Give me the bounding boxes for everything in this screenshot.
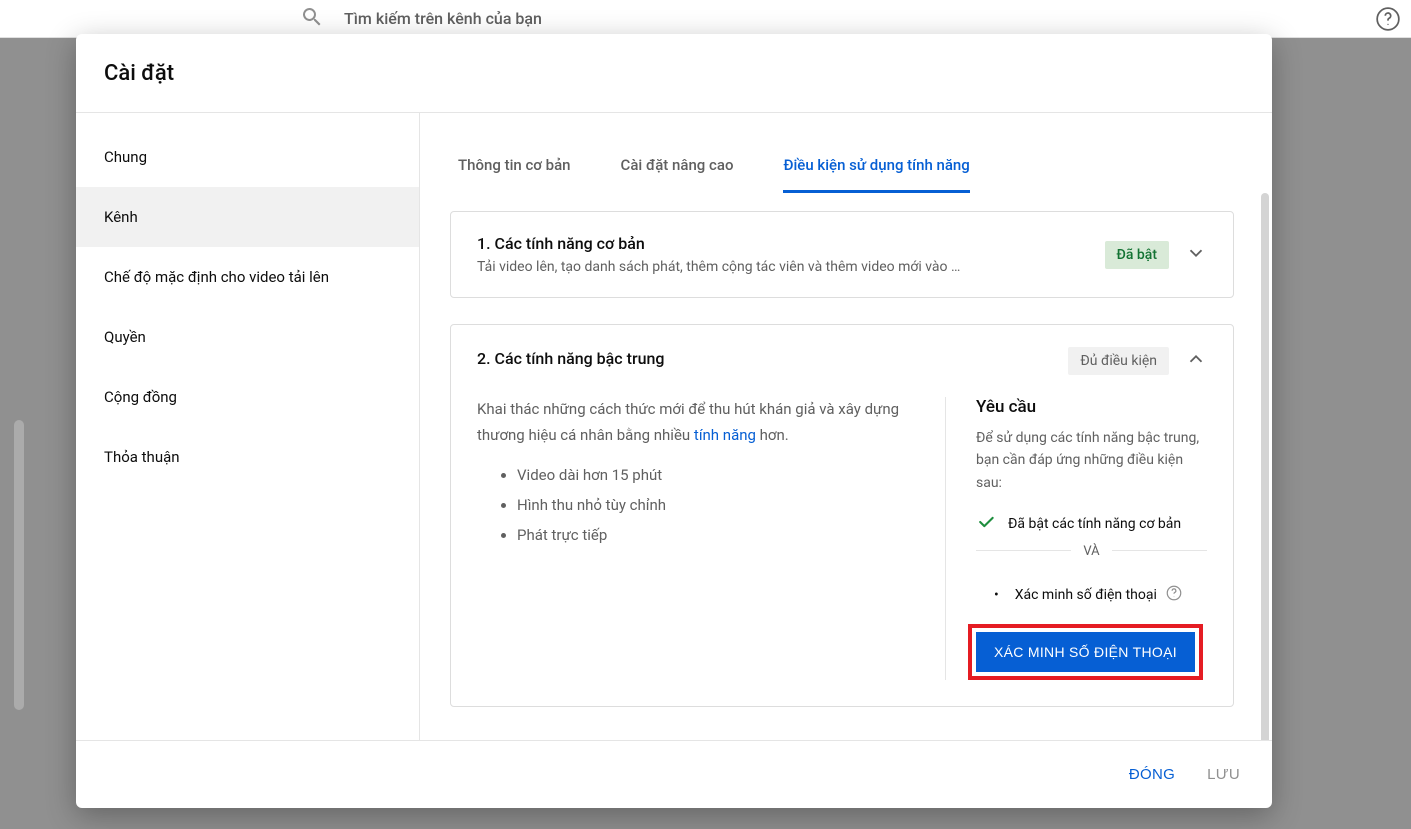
- chevron-up-icon: [1185, 348, 1207, 374]
- feature-item: Phát trực tiếp: [517, 520, 905, 550]
- requirement-met: Đã bật các tính năng cơ bản: [976, 512, 1207, 536]
- close-button[interactable]: ĐÓNG: [1129, 766, 1175, 783]
- tab-advanced[interactable]: Cài đặt nâng cao: [621, 156, 734, 193]
- content-scrollbar[interactable]: [1261, 193, 1269, 740]
- sidebar-item-channel[interactable]: Kênh: [76, 187, 419, 247]
- status-badge-enabled: Đã bật: [1105, 241, 1169, 269]
- search-placeholder: Tìm kiếm trên kênh của bạn: [344, 9, 542, 28]
- card-basic-features: 1. Các tính năng cơ bản Tải video lên, t…: [450, 211, 1234, 298]
- card-desc: Tải video lên, tạo danh sách phát, thêm …: [477, 259, 1089, 275]
- sidebar-item-agreements[interactable]: Thỏa thuận: [76, 427, 419, 487]
- help-icon[interactable]: [1375, 6, 1401, 36]
- tabs: Thông tin cơ bản Cài đặt nâng cao Điều k…: [420, 113, 1272, 193]
- topbar: Tìm kiếm trên kênh của bạn: [0, 0, 1411, 38]
- search-box[interactable]: Tìm kiếm trên kênh của bạn: [300, 5, 542, 33]
- requirements-title: Yêu cầu: [976, 397, 1207, 417]
- sidebar-item-label: Thỏa thuận: [104, 448, 180, 466]
- check-icon: [976, 512, 996, 536]
- content-scroll[interactable]: 1. Các tính năng cơ bản Tải video lên, t…: [420, 193, 1272, 740]
- settings-sidebar: Chung Kênh Chế độ mặc định cho video tải…: [76, 113, 420, 740]
- sidebar-item-general[interactable]: Chung: [76, 127, 419, 187]
- modal-header: Cài đặt: [76, 34, 1272, 113]
- requirement-label: Đã bật các tính năng cơ bản: [1008, 516, 1181, 532]
- card-header[interactable]: 1. Các tính năng cơ bản Tải video lên, t…: [451, 212, 1233, 297]
- card-title: 2. Các tính năng bậc trung: [477, 349, 1052, 368]
- and-label: VÀ: [1071, 544, 1111, 559]
- sidebar-item-label: Cộng đồng: [104, 388, 177, 406]
- feature-list: Video dài hơn 15 phút Hình thu nhỏ tùy c…: [477, 460, 905, 550]
- features-link[interactable]: tính năng: [694, 426, 756, 444]
- info-icon[interactable]: [1165, 584, 1183, 606]
- sidebar-item-label: Quyền: [104, 328, 146, 346]
- feature-item: Video dài hơn 15 phút: [517, 460, 905, 490]
- settings-modal: Cài đặt Chung Kênh Chế độ mặc định cho v…: [76, 34, 1272, 808]
- chevron-down-icon: [1185, 242, 1207, 268]
- verify-phone-button[interactable]: XÁC MINH SỐ ĐIỆN THOẠI: [976, 632, 1195, 672]
- modal-title: Cài đặt: [104, 61, 174, 86]
- sidebar-item-community[interactable]: Cộng đồng: [76, 367, 419, 427]
- divider-and: VÀ: [976, 550, 1207, 570]
- requirement-label: Xác minh số điện thoại: [1015, 587, 1157, 603]
- text: hơn.: [756, 426, 789, 444]
- card-body: Khai thác những cách thức mới để thu hút…: [451, 397, 1233, 706]
- modal-body: Chung Kênh Chế độ mặc định cho video tải…: [76, 113, 1272, 740]
- sidebar-item-label: Kênh: [104, 208, 138, 226]
- search-icon: [300, 5, 324, 33]
- card-body-right: Yêu cầu Để sử dụng các tính năng bậc tru…: [945, 397, 1207, 680]
- modal-footer: ĐÓNG LƯU: [76, 740, 1272, 808]
- card-intermediate-features: 2. Các tính năng bậc trung Đủ điều kiện …: [450, 324, 1234, 707]
- requirements-desc: Để sử dụng các tính năng bậc trung, bạn …: [976, 427, 1207, 494]
- settings-content: Thông tin cơ bản Cài đặt nâng cao Điều k…: [420, 113, 1272, 740]
- requirement-pending: Xác minh số điện thoại: [976, 584, 1207, 606]
- tab-feature-eligibility[interactable]: Điều kiện sử dụng tính năng: [783, 156, 969, 193]
- feature-item: Hình thu nhỏ tùy chỉnh: [517, 490, 905, 520]
- card-body-left: Khai thác những cách thức mới để thu hút…: [477, 397, 945, 680]
- card-header[interactable]: 2. Các tính năng bậc trung Đủ điều kiện: [451, 325, 1233, 397]
- sidebar-item-permissions[interactable]: Quyền: [76, 307, 419, 367]
- sidebar-item-upload-defaults[interactable]: Chế độ mặc định cho video tải lên: [76, 247, 419, 307]
- verify-button-highlight: XÁC MINH SỐ ĐIỆN THOẠI: [968, 624, 1203, 680]
- card-title: 1. Các tính năng cơ bản: [477, 234, 1089, 253]
- text: Khai thác những cách thức mới để thu hút…: [477, 400, 899, 444]
- page-scrollbar[interactable]: [14, 420, 24, 710]
- save-button[interactable]: LƯU: [1207, 766, 1240, 783]
- sidebar-item-label: Chế độ mặc định cho video tải lên: [104, 268, 329, 286]
- status-badge-eligible: Đủ điều kiện: [1068, 347, 1169, 375]
- sidebar-item-label: Chung: [104, 148, 147, 166]
- tab-basic-info[interactable]: Thông tin cơ bản: [458, 156, 571, 193]
- card-body-paragraph: Khai thác những cách thức mới để thu hút…: [477, 397, 905, 448]
